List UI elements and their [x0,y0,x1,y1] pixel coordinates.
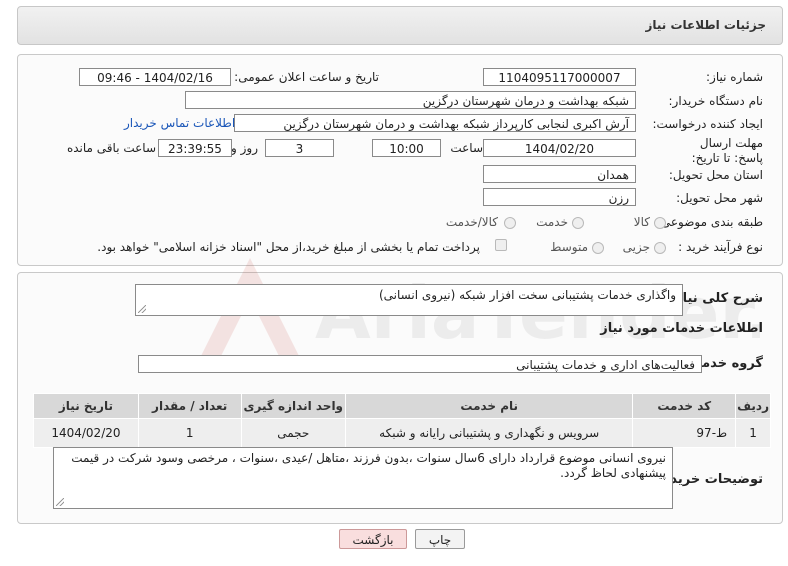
cell-service-name: سرویس و نگهداری و پشتیبانی رایانه و شبکه [345,418,634,448]
back-button[interactable]: بازگشت [339,529,407,549]
category-goods-label: کالا [633,215,650,229]
cell-unit: حجمی [240,418,347,448]
need-summary-field: واگذاری خدمات پشتیبانی سخت افزار شبکه (ن… [135,284,683,316]
announce-datetime-label: تاریخ و ساعت اعلان عمومی: [234,70,379,84]
city-label: شهر محل تحویل: [676,191,763,205]
cell-row-number: 1 [735,418,771,448]
buyer-org-label: نام دستگاه خریدار: [668,94,764,108]
col-quantity: تعداد / مقدار [137,393,242,419]
col-unit: واحد اندازه گیری [240,393,347,419]
creator-label: ایجاد کننده درخواست: [652,117,763,131]
remaining-time-label: ساعت باقی مانده [66,141,156,155]
need-number-field: 1104095117000007 [483,68,636,86]
category-goods-service-label: کالا/خدمت [445,215,498,229]
need-number-label: شماره نیاز: [706,70,763,84]
category-service-radio[interactable] [572,217,584,229]
deadline-date-field: 1404/02/20 [483,139,636,157]
category-goods-radio[interactable] [654,217,666,229]
province-label: استان محل تحویل: [668,168,763,182]
cell-need-date: 1404/02/20 [33,418,139,448]
creator-field: آرش اکبری لنجابی کارپرداز شبکه بهداشت و … [234,114,636,132]
province-field: همدان [483,165,636,183]
deadline-time-label: ساعت [450,141,483,155]
col-service-code: کد خدمت [632,393,737,419]
table-header-row: ردیف کد خدمت نام خدمت واحد اندازه گیری ت… [33,393,771,419]
city-field: رزن [483,188,636,206]
resize-handle[interactable] [56,498,64,506]
services-table: ردیف کد خدمت نام خدمت واحد اندازه گیری ت… [33,393,771,448]
buyer-contact-link[interactable]: اطلاعات تماس خریدار [124,116,235,130]
days-label: روز و [231,141,258,155]
deadline-label: مهلت ارسال پاسخ: تا تاریخ: [691,136,763,165]
col-need-date: تاریخ نیاز [33,393,139,419]
cell-service-code: ط-97 [632,418,737,448]
days-remaining-field: 3 [265,139,334,157]
print-button[interactable]: چاپ [415,529,465,549]
category-goods-service-radio[interactable] [504,217,516,229]
col-service-name: نام خدمت [345,393,634,419]
buyer-org-field: شبکه بهداشت و درمان شهرستان درگزین [185,91,636,109]
resize-handle[interactable] [138,305,146,313]
category-label: طبقه بندی موضوعی: [656,215,763,229]
col-row-number: ردیف [735,393,771,419]
buyer-notes-field: نیروی انسانی موضوع قرارداد دارای 6سال سن… [53,447,673,509]
need-summary-label: شرح کلی نیاز: [669,291,763,306]
category-service-label: خدمت [536,215,568,229]
services-section-title: اطلاعات خدمات مورد نیاز [600,321,763,336]
service-group-field: فعالیت‌های اداری و خدمات پشتیبانی [138,355,702,373]
buyer-notes-text: نیروی انسانی موضوع قرارداد دارای 6سال سن… [71,451,666,480]
announce-datetime-field: 1404/02/16 - 09:46 [79,68,231,86]
remaining-time-field: 23:39:55 [158,139,232,157]
page-title: جزئیات اطلاعات نیاز [645,18,766,32]
deadline-time-field: 10:00 [372,139,441,157]
need-summary-text: واگذاری خدمات پشتیبانی سخت افزار شبکه (ن… [378,288,676,302]
table-row: 1 ط-97 سرویس و نگهداری و پشتیبانی رایانه… [33,418,771,448]
cell-quantity: 1 [137,418,242,448]
page-header: جزئیات اطلاعات نیاز [17,6,783,45]
